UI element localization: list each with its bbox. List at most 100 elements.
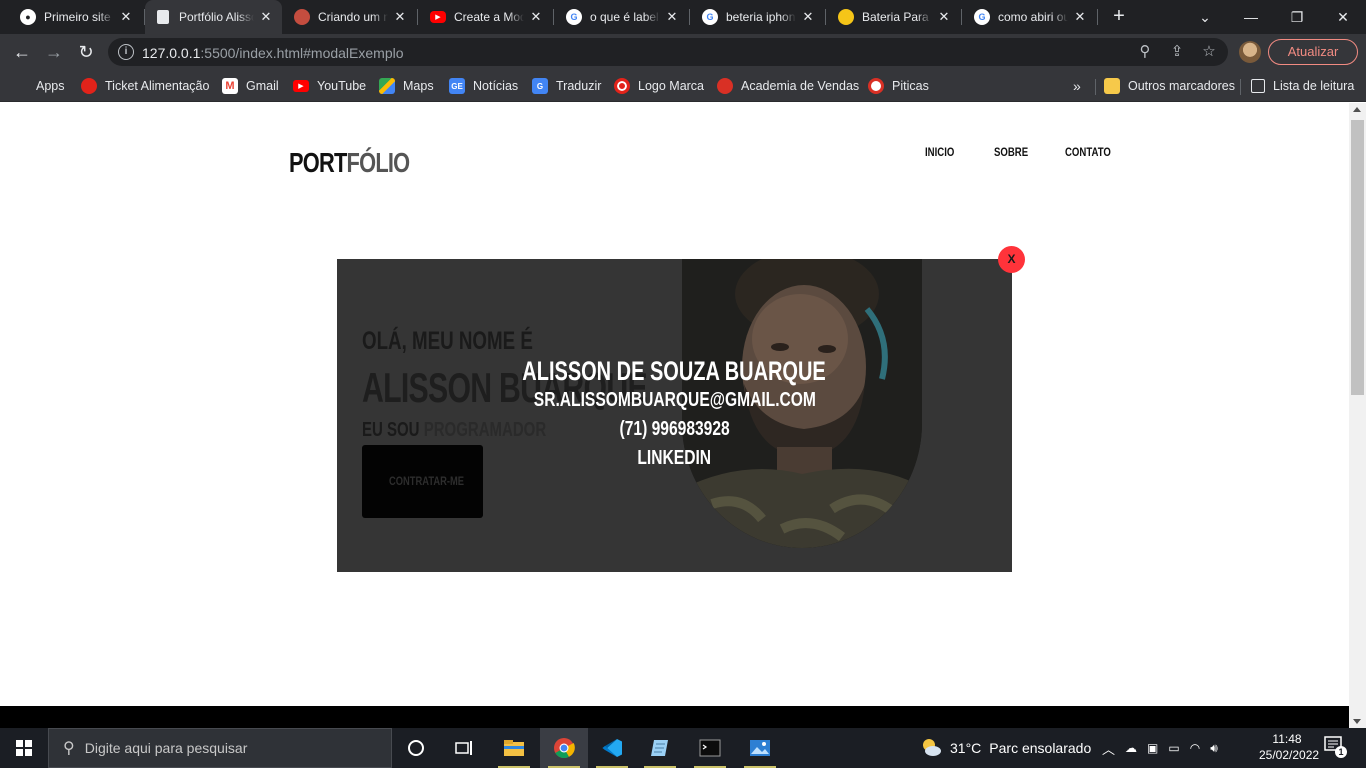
address-bar[interactable]: i 127.0.0.1:5500/index.html#modalExemplo…: [108, 38, 1228, 66]
logo-icon: [614, 78, 630, 94]
bookmark-logo-marca[interactable]: Logo Marca: [614, 76, 704, 96]
minimize-button[interactable]: —: [1228, 0, 1274, 34]
notification-count-badge: 1: [1335, 746, 1347, 758]
onedrive-cloud-icon[interactable]: ☁: [1125, 741, 1137, 755]
site-info-icon[interactable]: i: [118, 44, 134, 60]
bookmark-label: Notícias: [473, 79, 519, 93]
modal-name: Alisson de Souza Buarque: [522, 356, 827, 386]
close-tab-icon[interactable]: ✕: [118, 9, 134, 25]
search-placeholder: Digite aqui para pesquisar: [84, 740, 248, 756]
close-tab-icon[interactable]: ✕: [936, 9, 952, 25]
browser-tab[interactable]: Criando um modal ✕: [282, 0, 416, 34]
cortana-icon[interactable]: [392, 728, 440, 768]
close-tab-icon[interactable]: ✕: [392, 9, 408, 25]
scroll-up-arrow-icon[interactable]: [1353, 107, 1361, 112]
user-avatar-icon: [294, 9, 310, 25]
modal-close-button[interactable]: X: [998, 246, 1025, 273]
bookmark-youtube[interactable]: ▶ YouTube: [293, 76, 366, 96]
browser-tab-active[interactable]: Portfólio Alisson ✕: [145, 0, 282, 34]
meet-now-icon[interactable]: ▣: [1147, 741, 1158, 755]
page-scrollbar[interactable]: [1349, 103, 1366, 728]
close-tab-icon[interactable]: ✕: [1072, 9, 1088, 25]
clock-time: 11:48: [1272, 732, 1302, 746]
modal-linkedin-link[interactable]: Linkedin: [638, 447, 712, 470]
weather-widget[interactable]: 31°C Parc ensolarado: [920, 728, 1091, 768]
windows-start-icon[interactable]: [0, 728, 48, 768]
terminal-icon[interactable]: [686, 728, 734, 768]
reading-list[interactable]: Lista de leitura: [1251, 76, 1354, 96]
browser-tab[interactable]: G beteria iphone ✕: [690, 0, 824, 34]
close-tab-icon[interactable]: ✕: [258, 9, 274, 25]
task-view-icon[interactable]: [440, 728, 488, 768]
nav-link-sobre[interactable]: SOBRE: [994, 145, 1028, 159]
scrollbar-thumb[interactable]: [1351, 120, 1364, 395]
nav-link-inicio[interactable]: INICIO: [925, 145, 954, 159]
browser-tab[interactable]: ▶ Create a Modal ✕: [418, 0, 552, 34]
browser-tab[interactable]: G o que é label ✕: [554, 0, 688, 34]
youtube-icon: ▶: [430, 11, 446, 23]
close-tab-icon[interactable]: ✕: [528, 9, 544, 25]
wifi-icon[interactable]: ◠: [1190, 741, 1200, 755]
battery-icon[interactable]: ▭: [1168, 741, 1179, 755]
site-logo[interactable]: PORTFÓLIO: [289, 147, 410, 179]
bookmark-label: Lista de leitura: [1273, 79, 1355, 93]
bookmark-ticket[interactable]: Ticket Alimentação: [81, 76, 209, 96]
more-bookmarks-chevron-icon[interactable]: »: [1073, 76, 1081, 96]
bookmark-other[interactable]: Outros marcadores: [1104, 76, 1235, 96]
browser-tab[interactable]: G como abiri ou ✕: [962, 0, 1096, 34]
notepad-icon[interactable]: [636, 728, 684, 768]
close-tab-icon[interactable]: ✕: [664, 9, 680, 25]
system-tray: ︿ ☁ ▣ ▭ ◠ 🔊︎: [1102, 728, 1218, 768]
bookmark-news[interactable]: GE Notícias: [449, 76, 518, 96]
zoom-icon[interactable]: ⚲: [1135, 42, 1155, 62]
close-window-button[interactable]: ✕: [1320, 0, 1366, 34]
forward-arrow-icon[interactable]: →: [41, 39, 67, 65]
share-icon[interactable]: ⇪: [1167, 42, 1187, 62]
back-arrow-icon[interactable]: ←: [9, 39, 35, 65]
volume-icon[interactable]: 🔊︎: [1210, 741, 1218, 756]
bookmark-label: Apps: [36, 79, 65, 93]
tab-search-icon[interactable]: ⌄: [1182, 0, 1228, 34]
page-footer-strip: [0, 706, 1349, 728]
google-icon: G: [974, 9, 990, 25]
partly-sunny-icon: [920, 737, 942, 760]
scroll-down-arrow-icon[interactable]: [1353, 719, 1361, 724]
browser-tab[interactable]: Bateria Para iPhone ✕: [826, 0, 960, 34]
profile-avatar[interactable]: [1239, 41, 1261, 63]
bookmark-gmail[interactable]: M Gmail: [222, 76, 279, 96]
gmail-icon: M: [222, 78, 238, 94]
translate-icon: G: [532, 78, 548, 94]
bookmark-label: Maps: [403, 79, 434, 93]
file-explorer-icon[interactable]: [490, 728, 538, 768]
bookmark-maps[interactable]: Maps: [379, 76, 434, 96]
restore-button[interactable]: ❐: [1274, 0, 1320, 34]
modal-email[interactable]: sr.alissombuarque@gmail.com: [533, 389, 815, 412]
nav-link-contato[interactable]: CONTATO: [1065, 145, 1111, 159]
academy-icon: [717, 78, 733, 94]
bookmarks-bar: Apps Ticket Alimentação M Gmail ▶ YouTub…: [0, 70, 1366, 102]
weather-description: Parc ensolarado: [989, 740, 1092, 756]
bookmark-label: Piticas: [892, 79, 929, 93]
chevron-up-icon[interactable]: ︿: [1102, 739, 1115, 758]
store-icon: [838, 9, 854, 25]
reload-icon[interactable]: ↻: [73, 39, 99, 65]
close-tab-icon[interactable]: ✕: [800, 9, 816, 25]
notification-center-icon[interactable]: 1: [1322, 736, 1347, 760]
chrome-icon[interactable]: [540, 728, 588, 768]
bookmark-apps[interactable]: Apps: [14, 76, 65, 96]
modal-phone[interactable]: (71) 996983928: [619, 418, 729, 441]
search-icon: ⚲: [63, 740, 75, 757]
new-tab-button[interactable]: +: [1109, 6, 1129, 26]
bookmark-star-icon[interactable]: ☆: [1199, 42, 1219, 62]
bookmark-piticas[interactable]: Piticas: [868, 76, 929, 96]
browser-tab[interactable]: ● Primeiro site ✕: [8, 0, 142, 34]
photos-icon[interactable]: [736, 728, 784, 768]
contact-modal: Olá, meu nome é Alisson Buarque Eu sou p…: [337, 259, 1012, 572]
bookmark-translate[interactable]: G Traduzir: [532, 76, 601, 96]
url-text[interactable]: 127.0.0.1:5500/index.html#modalExemplo: [142, 45, 404, 61]
taskbar-search-box[interactable]: ⚲ Digite aqui para pesquisar: [48, 728, 392, 768]
update-button[interactable]: Atualizar: [1268, 39, 1358, 65]
vscode-icon[interactable]: [588, 728, 636, 768]
bookmark-academia[interactable]: Academia de Vendas: [717, 76, 859, 96]
taskbar-clock[interactable]: 11:48 25/02/2022: [1259, 731, 1319, 763]
